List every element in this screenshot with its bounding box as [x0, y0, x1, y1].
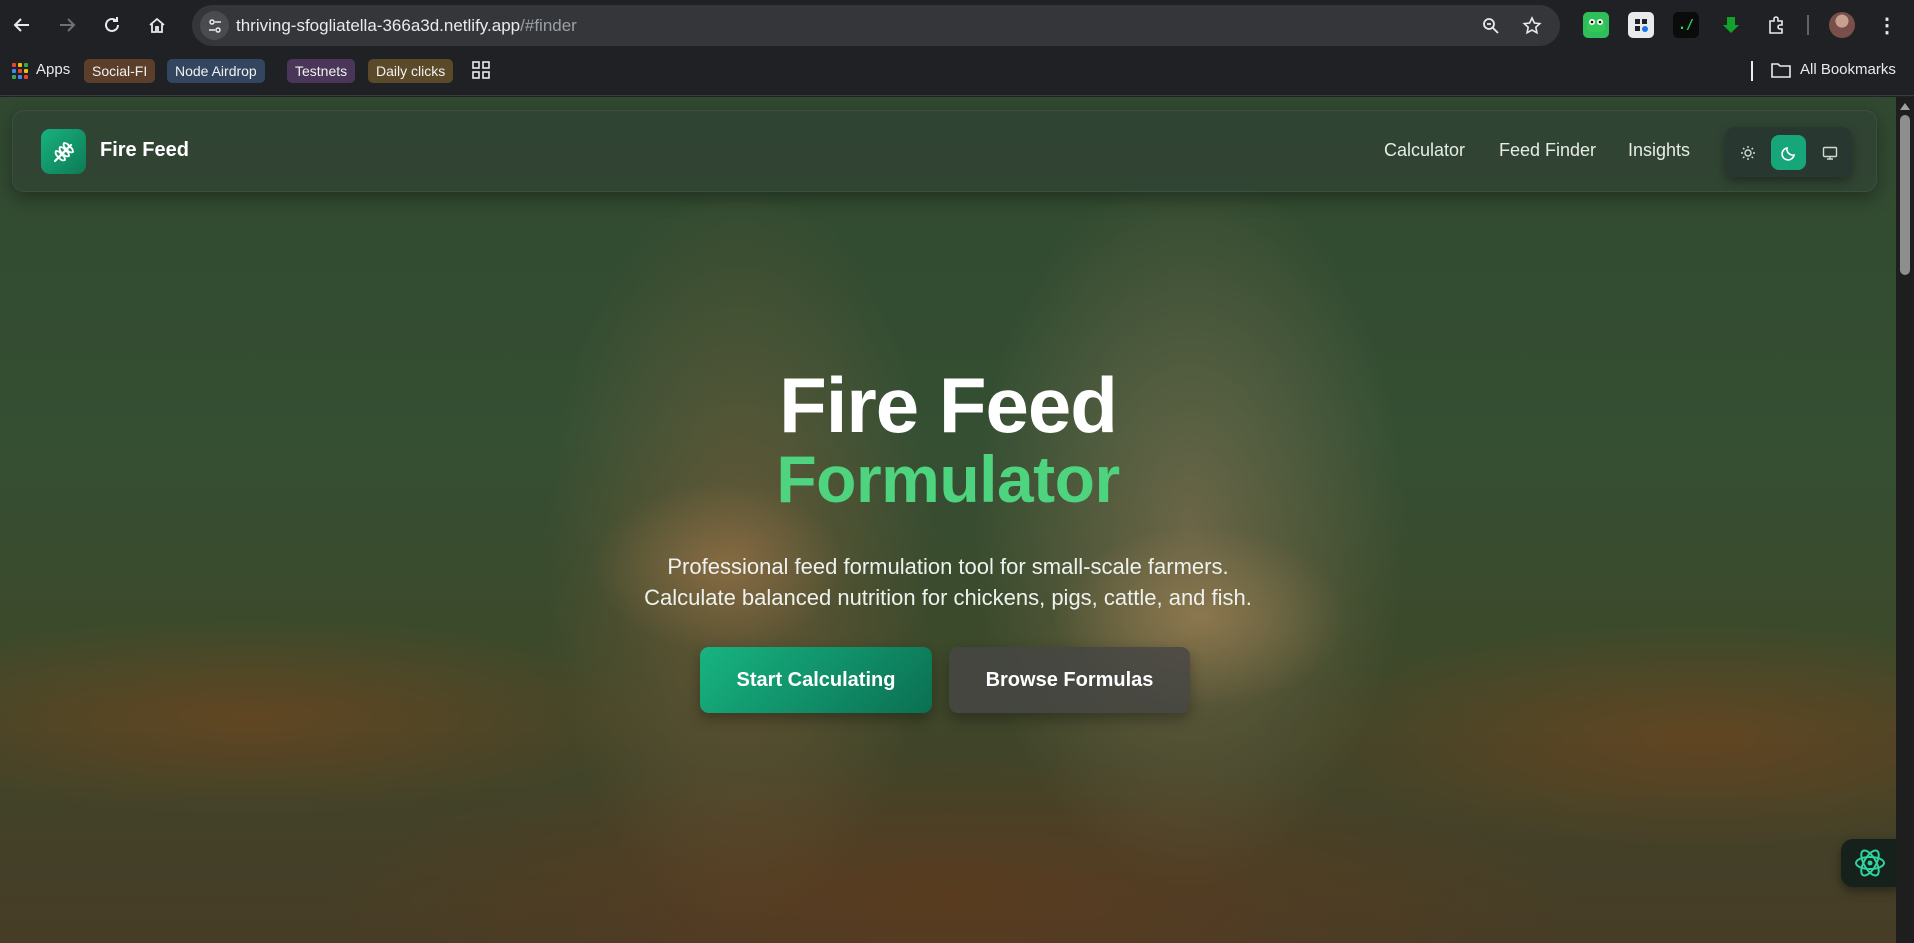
hero-overlay [0, 97, 1896, 943]
zoom-icon[interactable] [1479, 14, 1503, 38]
menu-kebab-icon[interactable]: ⋮ [1874, 12, 1900, 38]
bookmark-folder-social-fi[interactable]: Social-FI [84, 59, 156, 83]
extension-terminal-icon[interactable]: ./ [1673, 12, 1699, 38]
extension-download-icon[interactable] [1718, 12, 1744, 38]
hero-title: Fire Feed [779, 361, 1118, 449]
scroll-up-arrow-icon[interactable] [1900, 103, 1910, 110]
url-path: /#finder [520, 16, 577, 35]
bookmark-folder-node-airdrop[interactable]: Node Airdrop [167, 59, 265, 83]
apps-grid-icon[interactable] [12, 63, 28, 79]
start-calculating-button[interactable]: Start Calculating [700, 647, 932, 713]
hero-description-line-2: Calculate balanced nutrition for chicken… [644, 585, 1252, 610]
browse-formulas-button[interactable]: Browse Formulas [949, 647, 1190, 713]
bookmark-folder-testnets[interactable]: Testnets [287, 59, 356, 83]
hero-description-line-1: Professional feed formulation tool for s… [667, 554, 1229, 579]
back-icon[interactable] [7, 10, 37, 40]
ai-assistant-icon[interactable] [1841, 839, 1896, 887]
wheat-logo-icon[interactable] [41, 129, 86, 174]
site-info-icon[interactable] [200, 11, 229, 40]
toolbar-divider [1807, 15, 1809, 35]
browser-toolbar: thriving-sfogliatella-366a3d.netlify.app… [0, 0, 1914, 50]
extension-grid-icon[interactable] [1628, 12, 1654, 38]
moon-icon[interactable] [1771, 135, 1806, 170]
nav-link-calculator[interactable]: Calculator [1384, 140, 1465, 161]
folder-icon [1771, 61, 1791, 84]
home-icon[interactable] [142, 10, 172, 40]
bookmarks-divider [1751, 61, 1753, 81]
extension-frog-icon[interactable] [1583, 12, 1609, 38]
profile-avatar[interactable] [1829, 12, 1855, 38]
app-navbar: Fire Feed Calculator Feed Finder Insight… [12, 110, 1877, 192]
hero-description: Professional feed formulation tool for s… [0, 551, 1896, 613]
bookmark-folder-daily-clicks[interactable]: Daily clicks [368, 59, 454, 83]
page-scrollbar[interactable] [1896, 97, 1914, 943]
extensions-puzzle-icon[interactable] [1763, 12, 1789, 38]
reload-icon[interactable] [97, 10, 127, 40]
page-viewport: Fire Feed Calculator Feed Finder Insight… [0, 97, 1896, 943]
tab-groups-icon[interactable] [471, 60, 491, 85]
nav-link-insights[interactable]: Insights [1628, 140, 1690, 161]
scroll-thumb[interactable] [1900, 115, 1910, 275]
nav-link-feed-finder[interactable]: Feed Finder [1499, 140, 1596, 161]
brand-name[interactable]: Fire Feed [100, 139, 189, 162]
address-bar[interactable]: thriving-sfogliatella-366a3d.netlify.app… [192, 5, 1560, 46]
bookmark-star-icon[interactable] [1520, 14, 1544, 38]
apps-bookmark[interactable]: Apps [36, 61, 70, 78]
hero-subtitle: Formulator [776, 442, 1120, 516]
url-text[interactable]: thriving-sfogliatella-366a3d.netlify.app… [236, 16, 577, 36]
sun-icon[interactable] [1730, 135, 1765, 170]
forward-icon[interactable] [52, 10, 82, 40]
theme-toggle-group [1725, 127, 1852, 177]
url-host: thriving-sfogliatella-366a3d.netlify.app [236, 16, 521, 35]
all-bookmarks[interactable]: All Bookmarks [1800, 61, 1896, 78]
monitor-icon[interactable] [1812, 135, 1847, 170]
